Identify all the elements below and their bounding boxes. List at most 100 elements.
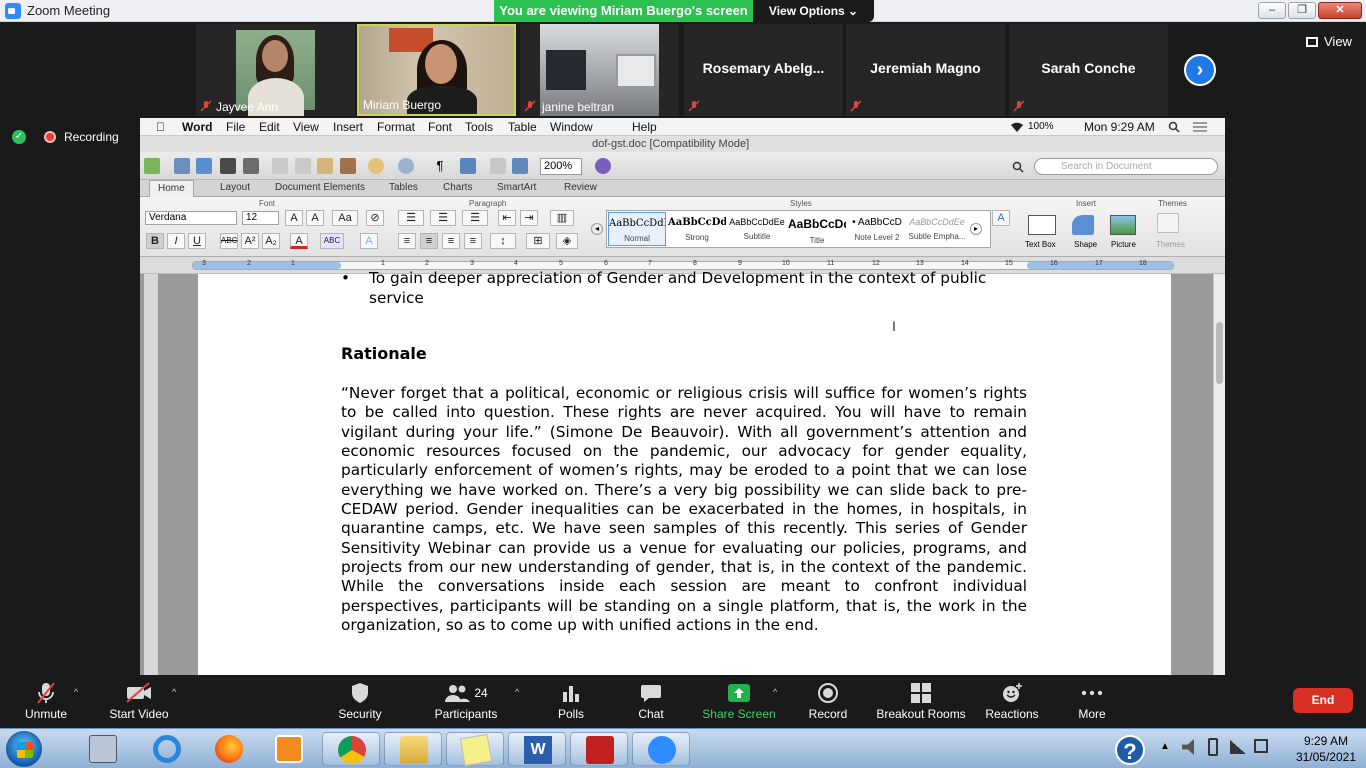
- style-title[interactable]: AaBbCcDd Title: [788, 212, 846, 246]
- style-strong[interactable]: AaBbCcDdI Strong: [668, 212, 726, 246]
- tray-clock[interactable]: 9:29 AM 31/05/2021: [1296, 733, 1356, 765]
- numbering-icon[interactable]: ☰: [430, 210, 456, 226]
- tray-expand-icon[interactable]: ▲: [1160, 741, 1170, 752]
- paste-icon[interactable]: [317, 158, 333, 174]
- volume-icon[interactable]: [1182, 739, 1194, 755]
- tab-layout[interactable]: Layout: [220, 182, 250, 193]
- participant-tile[interactable]: janine beltran: [520, 24, 679, 116]
- manage-styles-icon[interactable]: A: [992, 210, 1010, 226]
- participant-tile-active-speaker[interactable]: Miriam Buergo: [357, 24, 516, 116]
- start-video-button[interactable]: Start Video: [106, 679, 172, 721]
- shape-icon[interactable]: [1072, 215, 1094, 235]
- save-icon[interactable]: [220, 158, 236, 174]
- minimize-button[interactable]: –: [1258, 2, 1286, 19]
- new-document-icon[interactable]: [144, 158, 160, 174]
- more-button[interactable]: More: [1072, 679, 1112, 721]
- taskbar-chrome[interactable]: [322, 732, 380, 766]
- help-question-icon[interactable]: ?: [1115, 735, 1145, 765]
- style-note-level-2[interactable]: • AaBbCcD Note Level 2: [848, 212, 906, 246]
- italic-button[interactable]: I: [167, 233, 185, 249]
- taskbar-file-explorer[interactable]: [384, 732, 442, 766]
- multilevel-list-icon[interactable]: ☰: [462, 210, 488, 226]
- style-subtle-emphasis[interactable]: AaBbCcDdEe Subtle Empha...: [908, 212, 966, 246]
- borders-icon[interactable]: ⊞: [526, 233, 550, 249]
- picture-icon[interactable]: [1110, 215, 1136, 235]
- help-icon[interactable]: [595, 158, 611, 174]
- video-options-caret-icon[interactable]: ^: [172, 687, 176, 697]
- participants-caret-icon[interactable]: ^: [515, 687, 519, 697]
- font-size-select[interactable]: 12: [242, 211, 279, 225]
- align-center-icon[interactable]: ≡: [420, 233, 438, 249]
- chat-button[interactable]: Chat: [632, 679, 670, 721]
- record-button[interactable]: Record: [806, 679, 850, 721]
- align-right-icon[interactable]: ≡: [442, 233, 460, 249]
- unmute-button[interactable]: Unmute: [22, 679, 70, 721]
- cut-icon[interactable]: [272, 158, 288, 174]
- share-options-caret-icon[interactable]: ^: [773, 687, 777, 697]
- tab-review[interactable]: Review: [564, 182, 597, 193]
- media-browser-icon[interactable]: [512, 158, 528, 174]
- taskbar-sticky-notes[interactable]: [446, 732, 504, 767]
- format-painter-icon[interactable]: [340, 158, 356, 174]
- font-name-select[interactable]: Verdana: [145, 211, 237, 225]
- bullets-icon[interactable]: ☰: [398, 210, 424, 226]
- subscript-button[interactable]: A₂: [262, 233, 280, 249]
- undo-icon[interactable]: [368, 158, 384, 174]
- security-button[interactable]: Security: [336, 679, 384, 721]
- tab-document-elements[interactable]: Document Elements: [275, 182, 365, 193]
- tab-smartart[interactable]: SmartArt: [497, 182, 536, 193]
- align-left-icon[interactable]: ≡: [398, 233, 416, 249]
- taskbar-calculator[interactable]: [74, 732, 132, 766]
- grow-font-icon[interactable]: A: [285, 210, 303, 226]
- shrink-font-icon[interactable]: A: [306, 210, 324, 226]
- view-layout-icon[interactable]: [460, 158, 476, 174]
- taskbar-word[interactable]: W: [508, 732, 566, 766]
- document-search-input[interactable]: Search in Document: [1034, 158, 1218, 175]
- start-button[interactable]: [6, 731, 42, 767]
- copy-icon[interactable]: [295, 158, 311, 174]
- open-icon[interactable]: [196, 158, 212, 174]
- insert-shape-label[interactable]: Shape: [1074, 240, 1097, 249]
- styles-prev-arrow-icon[interactable]: ◂: [591, 223, 603, 235]
- zoom-select[interactable]: 200%: [540, 158, 582, 175]
- taskbar-firefox[interactable]: [200, 732, 258, 766]
- battery-icon[interactable]: [1208, 738, 1218, 756]
- text-box-icon[interactable]: [1028, 215, 1056, 235]
- tab-tables[interactable]: Tables: [389, 182, 418, 193]
- participant-tile[interactable]: Rosemary Abelg...: [684, 24, 843, 116]
- view-button[interactable]: View: [1306, 34, 1352, 49]
- columns-icon[interactable]: ▥: [550, 210, 574, 226]
- increase-indent-icon[interactable]: ⇥: [520, 210, 538, 226]
- close-button[interactable]: ✕: [1318, 2, 1362, 19]
- highlight-button[interactable]: ABC: [320, 233, 344, 249]
- templates-icon[interactable]: [174, 158, 190, 174]
- text-effects-button[interactable]: A: [360, 233, 378, 249]
- line-spacing-icon[interactable]: ↕: [490, 233, 516, 249]
- style-subtitle[interactable]: AaBbCcDdEe Subtitle: [728, 212, 786, 246]
- redo-icon[interactable]: [398, 158, 414, 174]
- taskbar-media-player[interactable]: [260, 732, 318, 766]
- bold-button[interactable]: B: [146, 233, 164, 249]
- pilcrow-icon[interactable]: ¶: [432, 158, 448, 174]
- vertical-scrollbar[interactable]: [1213, 274, 1225, 675]
- change-case-icon[interactable]: Aa: [332, 210, 358, 226]
- restore-button[interactable]: ❐: [1288, 2, 1316, 19]
- insert-text-box-label[interactable]: Text Box: [1025, 240, 1056, 249]
- styles-next-arrow-icon[interactable]: ▸: [970, 223, 982, 235]
- participant-tile[interactable]: Sarah Conche: [1009, 24, 1168, 116]
- taskbar-zoom[interactable]: [632, 732, 690, 766]
- strikethrough-button[interactable]: ABC: [220, 233, 238, 249]
- insert-picture-label[interactable]: Picture: [1111, 240, 1136, 249]
- taskbar-internet-explorer[interactable]: [138, 732, 196, 766]
- sidebar-icon[interactable]: [490, 158, 506, 174]
- shading-icon[interactable]: ◈: [556, 233, 578, 249]
- action-center-icon[interactable]: [1254, 739, 1268, 753]
- themes-icon[interactable]: [1157, 213, 1179, 233]
- breakout-rooms-button[interactable]: Breakout Rooms: [874, 679, 968, 721]
- document-page[interactable]: To gain deeper appreciation of Gender an…: [198, 268, 1171, 675]
- clear-formatting-icon[interactable]: ⊘: [366, 210, 384, 226]
- next-page-arrow-icon[interactable]: ›: [1184, 54, 1216, 86]
- tab-home[interactable]: Home: [149, 180, 194, 197]
- reactions-button[interactable]: Reactions: [984, 679, 1040, 721]
- print-icon[interactable]: [243, 158, 259, 174]
